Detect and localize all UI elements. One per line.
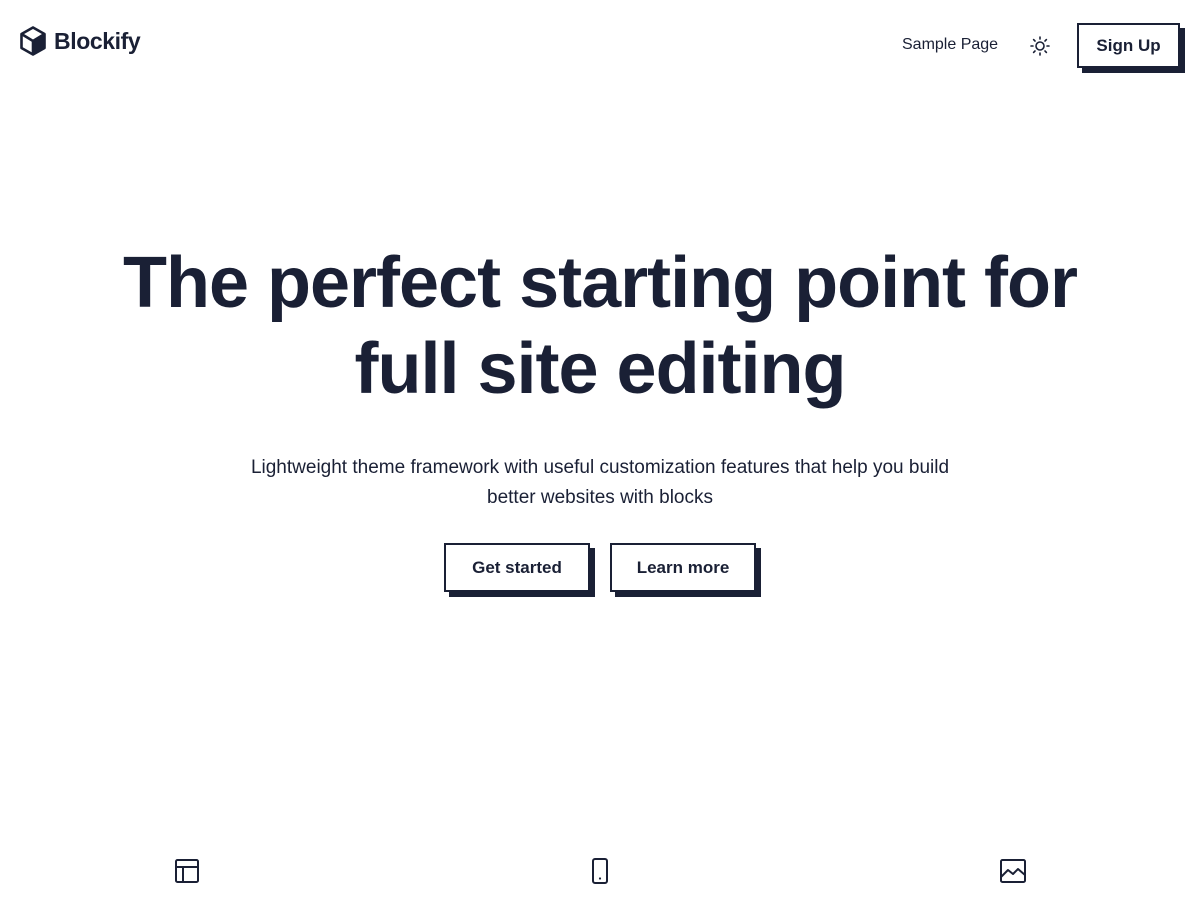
hero-subtitle: Lightweight theme framework with useful …	[250, 457, 950, 508]
layout-icon	[173, 857, 201, 885]
image-icon	[999, 857, 1027, 885]
site-logo[interactable]: Blockify	[20, 26, 141, 56]
nav-link-sample-page[interactable]: Sample Page	[902, 36, 998, 54]
site-header: Blockify Sample Page Sign Up	[0, 0, 1200, 92]
hero-title: The perfect starting point for full site…	[122, 243, 1078, 409]
theme-toggle-button[interactable]	[1029, 35, 1051, 57]
cube-icon	[20, 26, 46, 56]
learn-more-button[interactable]: Learn more	[610, 543, 756, 592]
get-started-button[interactable]: Get started	[444, 543, 590, 592]
page: Blockify Sample Page Sign Up The perfect…	[0, 0, 1200, 900]
site-title: Blockify	[54, 27, 141, 54]
sun-icon	[1030, 36, 1050, 56]
mobile-icon	[586, 857, 614, 885]
sign-up-button[interactable]: Sign Up	[1077, 23, 1180, 68]
